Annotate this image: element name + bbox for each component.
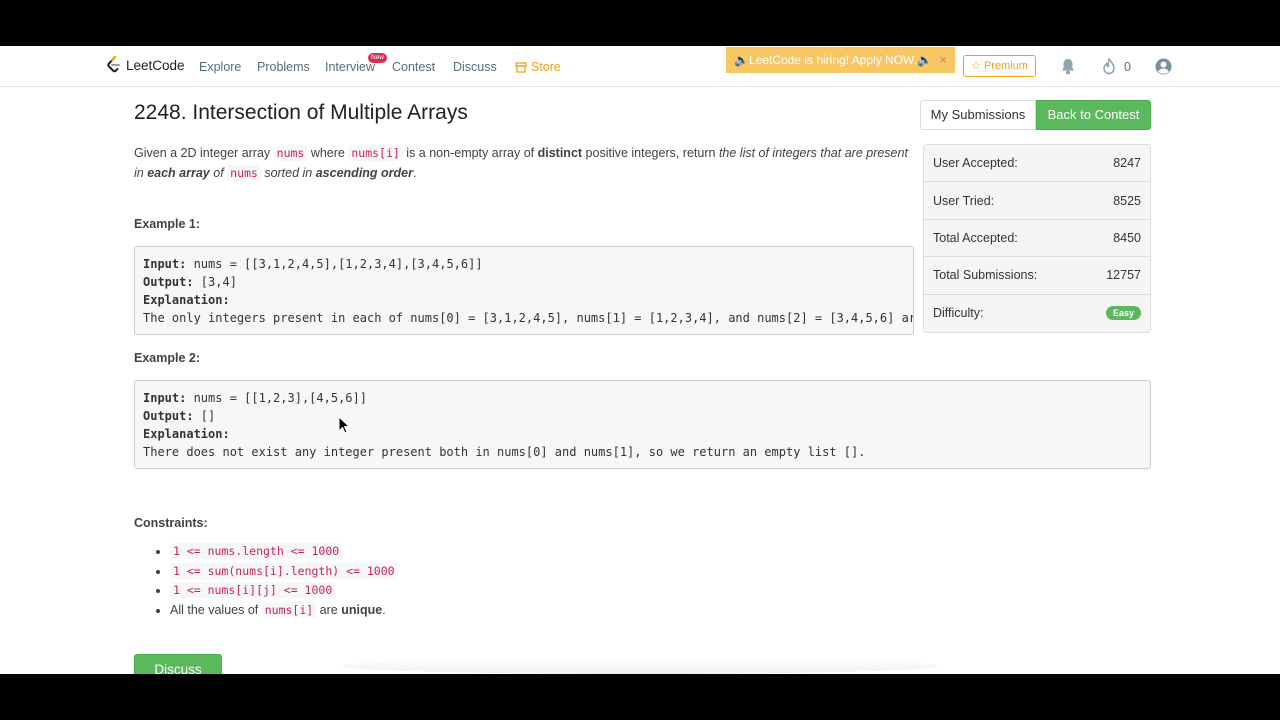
logo[interactable]: LeetCode: [106, 56, 185, 74]
output-label: Output:: [143, 409, 194, 423]
hiring-banner[interactable]: 🔈LeetCode is hiring! Apply NOW.🔈 ×: [726, 47, 955, 73]
explanation-label: Explanation:: [143, 427, 230, 441]
stat-row-user-accepted: User Accepted: 8247: [924, 145, 1150, 183]
constraint-text: are: [316, 603, 342, 618]
explanation-text: There does not exist any integer present…: [143, 445, 866, 459]
logo-text: LeetCode: [126, 57, 185, 73]
example-1-heading: Example 1:: [134, 217, 201, 231]
inline-code: nums[i]: [348, 145, 403, 161]
output-label: Output:: [143, 275, 194, 289]
stat-value: 8525: [1113, 193, 1141, 208]
stat-value: 12757: [1106, 268, 1141, 283]
explanation-text: The only integers present in each of num…: [143, 311, 913, 325]
store-icon: [515, 61, 527, 73]
desc-bold: distinct: [537, 146, 583, 160]
bottom-shadow: [340, 658, 940, 674]
inline-code: 1 <= nums[i][j] <= 1000: [170, 582, 336, 599]
hiring-banner-text: 🔈LeetCode is hiring! Apply NOW.🔈: [734, 53, 932, 67]
fire-icon[interactable]: [1102, 58, 1116, 75]
stat-row-user-tried: User Tried: 8525: [924, 182, 1150, 220]
constraint-text: .: [382, 603, 386, 618]
inline-code: 1 <= nums.length <= 1000: [170, 543, 343, 559]
desc-text: positive integers, return: [582, 146, 719, 160]
desc-italic: sorted in: [260, 165, 316, 180]
problem-title: 2248. Intersection of Multiple Arrays: [134, 101, 468, 124]
nav-interview[interactable]: Interview: [325, 60, 375, 74]
page: LeetCode Explore Problems Interview New …: [0, 46, 1280, 674]
my-submissions-button[interactable]: My Submissions: [920, 100, 1036, 130]
stat-value: 8247: [1113, 156, 1141, 171]
top-nav: LeetCode Explore Problems Interview New …: [0, 46, 1280, 87]
streak-count: 0: [1124, 60, 1131, 74]
constraint-item: 1 <= sum(nums[i].length) <= 1000: [170, 562, 398, 582]
stat-row-difficulty: Difficulty: Easy: [924, 294, 1150, 332]
constraints-heading: Constraints:: [134, 516, 208, 530]
desc-text: is a non-empty array of: [402, 146, 538, 160]
stat-value: 8450: [1113, 230, 1141, 245]
inline-code: nums: [273, 145, 308, 161]
stat-label: Total Accepted:: [933, 230, 1018, 245]
desc-text: Given a 2D integer array: [134, 146, 274, 160]
constraint-text: All the values of: [170, 603, 262, 618]
discuss-button[interactable]: Discuss: [134, 654, 222, 674]
back-to-contest-button[interactable]: Back to Contest: [1036, 100, 1151, 130]
explanation-label: Explanation:: [143, 293, 230, 307]
constraints-list: 1 <= nums.length <= 1000 1 <= sum(nums[i…: [134, 542, 398, 621]
desc-bold-italic: ascending order: [315, 165, 413, 180]
output-value: [3,4]: [193, 275, 237, 289]
store-label: Store: [531, 60, 561, 74]
desc-italic: of: [209, 165, 228, 180]
problem-description: Given a 2D integer array nums where nums…: [134, 144, 914, 183]
example-2-heading: Example 2:: [134, 351, 201, 365]
nav-contest[interactable]: Contest: [392, 60, 435, 74]
bell-icon[interactable]: [1060, 58, 1076, 75]
leetcode-logo-icon: [107, 56, 120, 73]
close-icon[interactable]: ×: [939, 47, 947, 73]
constraint-item: 1 <= nums.length <= 1000: [170, 542, 398, 562]
new-badge: New: [368, 53, 388, 63]
input-value: nums = [[3,1,2,4,5],[1,2,3,4],[3,4,5,6]]: [186, 257, 483, 271]
stat-label: Difficulty:: [933, 306, 984, 321]
desc-bold-italic: each array: [147, 165, 210, 180]
output-value: []: [193, 409, 216, 423]
stat-label: User Tried:: [933, 193, 995, 208]
inline-code: nums: [227, 164, 261, 181]
constraint-item: All the values of nums[i] are unique.: [170, 601, 398, 621]
mouse-cursor-icon: [338, 416, 350, 434]
stat-row-total-accepted: Total Accepted: 8450: [924, 219, 1150, 258]
desc-text: where: [307, 146, 349, 160]
example-1-box: Input: nums = [[3,1,2,4,5],[1,2,3,4],[3,…: [134, 246, 914, 335]
nav-store[interactable]: Store: [515, 60, 561, 74]
example-2-box: Input: nums = [[1,2,3],[4,5,6]] Output: …: [134, 380, 1151, 469]
inline-code: 1 <= sum(nums[i].length) <= 1000: [170, 562, 398, 579]
inline-code: nums[i]: [261, 602, 317, 619]
premium-button[interactable]: ☆ Premium: [963, 55, 1036, 77]
desc-text: .: [412, 165, 417, 180]
nav-discuss[interactable]: Discuss: [453, 60, 497, 74]
stat-label: User Accepted:: [933, 156, 1018, 171]
constraint-bold: unique: [341, 603, 383, 618]
constraint-item: 1 <= nums[i][j] <= 1000: [170, 581, 398, 601]
nav-explore[interactable]: Explore: [199, 60, 241, 74]
stat-label: Total Submissions:: [933, 268, 1038, 283]
user-avatar-icon[interactable]: [1155, 58, 1172, 75]
input-value: nums = [[1,2,3],[4,5,6]]: [186, 391, 367, 405]
nav-problems[interactable]: Problems: [257, 60, 310, 74]
input-label: Input:: [143, 257, 187, 271]
input-label: Input:: [143, 391, 187, 405]
difficulty-badge: Easy: [1105, 306, 1141, 321]
stat-row-total-submissions: Total Submissions: 12757: [924, 257, 1150, 295]
stats-panel: User Accepted: 8247 User Tried: 8525 Tot…: [923, 144, 1151, 333]
